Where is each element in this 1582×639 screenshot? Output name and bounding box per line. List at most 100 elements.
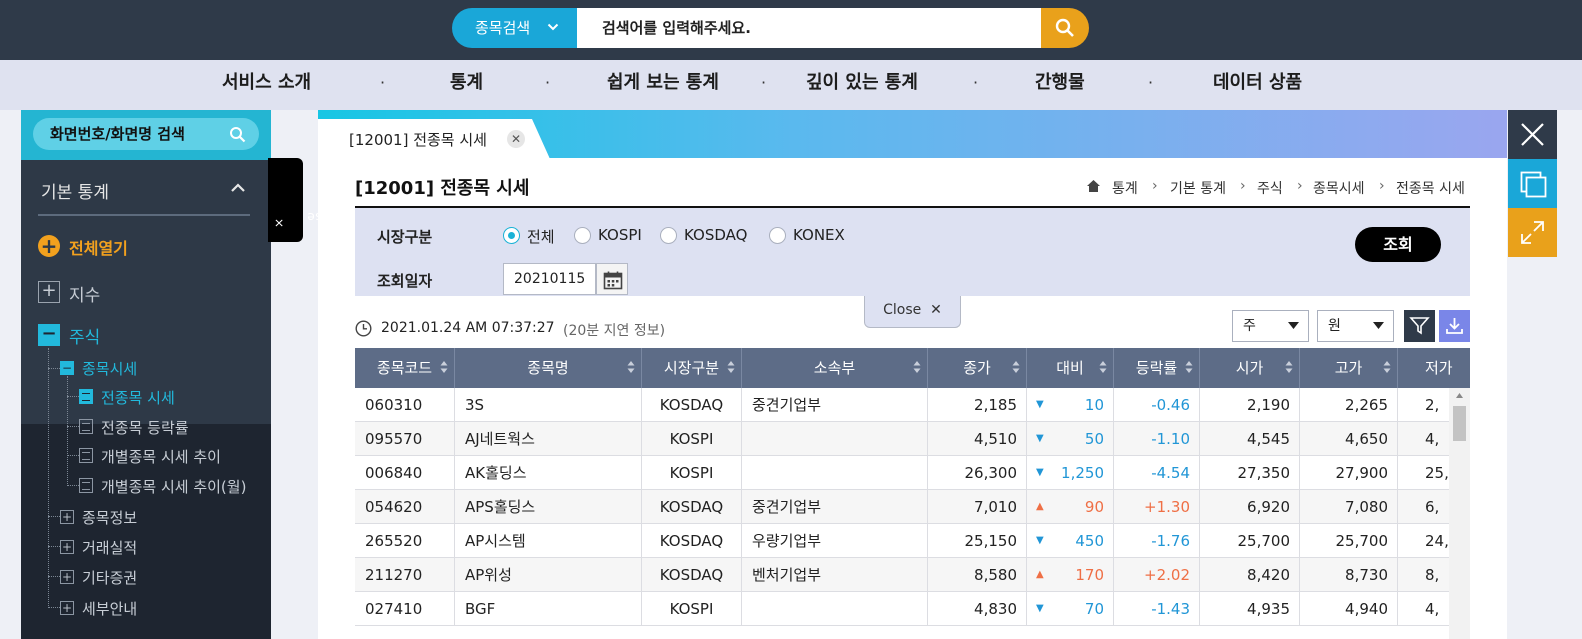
collapse-icon: − bbox=[60, 361, 74, 375]
table-row[interactable]: 006840 AK홀딩스 KOSPI 26,300 ▼ 1,250 -4.54 27,350 2… bbox=[355, 456, 1449, 490]
screen-search-button[interactable]: 화면번호/화면명 검색 bbox=[33, 118, 259, 150]
sidebar-close-label: Close × bbox=[272, 210, 342, 228]
breadcrumb-item[interactable]: 기본 통계 bbox=[1170, 178, 1226, 198]
search-input[interactable] bbox=[577, 8, 1041, 48]
expand-button[interactable] bbox=[1508, 208, 1557, 257]
cell-code: 095570 bbox=[355, 422, 455, 456]
tree-line bbox=[48, 516, 60, 517]
divider bbox=[38, 214, 250, 216]
copy-window-icon bbox=[1520, 171, 1547, 198]
breadcrumb-item[interactable]: 통계 bbox=[1112, 178, 1138, 198]
new-window-button[interactable] bbox=[1508, 159, 1557, 208]
sidebar: 화면번호/화면명 검색 기본 통계 + 전체열기 + 지수 − 주식 − 종목시… bbox=[21, 110, 271, 639]
currency-unit-value: 원 bbox=[1328, 318, 1341, 334]
sort-icon bbox=[627, 361, 635, 373]
arrow-up-icon: ▲ bbox=[1036, 501, 1044, 512]
share-unit-select[interactable]: 주 bbox=[1232, 310, 1309, 342]
column-header-dept[interactable]: 소속부 bbox=[742, 348, 928, 388]
search-category-dropdown[interactable]: 종목검색 bbox=[452, 8, 577, 48]
nav-item-easy-statistics[interactable]: 쉽게 보는 통계 bbox=[607, 60, 719, 110]
nav-separator: · bbox=[1148, 73, 1154, 92]
table-row[interactable]: 211270 AP위성 KOSDAQ 벤처기업부 8,580 ▲ 170 +2.02 8,420… bbox=[355, 558, 1449, 592]
chevron-up-icon[interactable] bbox=[230, 182, 246, 194]
column-header-high[interactable]: 고가 bbox=[1300, 348, 1398, 388]
document-icon bbox=[79, 419, 93, 434]
search-button[interactable] bbox=[1041, 8, 1089, 48]
search-icon bbox=[1055, 18, 1074, 37]
sort-icon bbox=[727, 361, 735, 373]
header-label: 시장구분 bbox=[663, 359, 720, 377]
cell-dept bbox=[742, 592, 928, 626]
table-row[interactable]: 095570 AJ네트웍스 KOSPI 4,510 ▼ 50 -1.10 4,545 4,650… bbox=[355, 422, 1449, 456]
column-header-name[interactable]: 종목명 bbox=[455, 348, 642, 388]
column-header-market[interactable]: 시장구분 bbox=[642, 348, 742, 388]
cell-name: BGF bbox=[455, 592, 642, 626]
radio-unchecked-icon bbox=[660, 227, 677, 244]
cell-name: AP위성 bbox=[455, 558, 642, 592]
breadcrumb-item[interactable]: 종목시세 bbox=[1313, 178, 1365, 198]
column-header-close[interactable]: 종가 bbox=[928, 348, 1027, 388]
chevron-down-icon bbox=[547, 23, 559, 31]
sidebar-item-label: 지수 bbox=[69, 286, 101, 306]
nav-item-statistics[interactable]: 통계 bbox=[450, 60, 483, 110]
column-header-low[interactable]: 저가 bbox=[1398, 348, 1470, 388]
cell-open: 6,920 bbox=[1200, 490, 1300, 524]
scroll-up-icon[interactable] bbox=[1456, 393, 1463, 398]
close-icon: ✕ bbox=[925, 302, 942, 318]
scrollbar-thumb[interactable] bbox=[1453, 406, 1466, 441]
chevron-right-icon: › bbox=[1297, 178, 1303, 194]
close-icon[interactable]: ✕ bbox=[507, 130, 525, 148]
column-header-change[interactable]: 대비 bbox=[1027, 348, 1114, 388]
home-icon[interactable] bbox=[1086, 179, 1101, 193]
cell-open: 2,190 bbox=[1200, 388, 1300, 422]
filter-close-button[interactable]: Close ✕ bbox=[864, 296, 961, 328]
filter-button[interactable] bbox=[1404, 310, 1435, 342]
cell-close: 26,300 bbox=[928, 456, 1027, 490]
table-row[interactable]: 054620 APS홀딩스 KOSDAQ 중견기업부 7,010 ▲ 90 +1.30 6,92… bbox=[355, 490, 1449, 524]
breadcrumb-item[interactable]: 주식 bbox=[1257, 178, 1283, 198]
rate-value: -1.10 bbox=[1151, 430, 1190, 448]
cell-name: AK홀딩스 bbox=[455, 456, 642, 490]
download-button[interactable] bbox=[1439, 310, 1470, 342]
column-header-open[interactable]: 시가 bbox=[1200, 348, 1300, 388]
sidebar-section-title[interactable]: 기본 통계 bbox=[41, 178, 109, 203]
breadcrumb-item[interactable]: 전종목 시세 bbox=[1396, 178, 1465, 198]
cell-name: AP시스템 bbox=[455, 524, 642, 558]
table-row[interactable]: 060310 3S KOSDAQ 중견기업부 2,185 ▼ 10 -0.46 2,190 2,2… bbox=[355, 388, 1449, 422]
close-panel-button[interactable] bbox=[1508, 110, 1557, 159]
currency-unit-select[interactable]: 원 bbox=[1317, 310, 1394, 342]
nav-item-service[interactable]: 서비스 소개 bbox=[222, 60, 311, 110]
query-button[interactable]: 조회 bbox=[1355, 227, 1441, 262]
cell-low: 2, bbox=[1425, 396, 1440, 414]
main-content: [12001] 전종목 시세 ✕ [12001] 전종목 시세 통계 › 기본 … bbox=[318, 110, 1507, 639]
calendar-button[interactable] bbox=[596, 263, 628, 295]
header-label: 종목코드 bbox=[376, 359, 433, 377]
cell-change: ▼ 70 bbox=[1027, 592, 1114, 626]
rate-value: -4.54 bbox=[1151, 464, 1190, 482]
column-header-rate[interactable]: 등락률 bbox=[1114, 348, 1200, 388]
nav-item-data-products[interactable]: 데이터 상품 bbox=[1213, 60, 1302, 110]
header-label: 종목명 bbox=[527, 359, 569, 377]
arrow-down-icon: ▼ bbox=[1036, 433, 1044, 444]
top-bar: 종목검색 bbox=[0, 0, 1582, 60]
sort-icon bbox=[913, 361, 921, 373]
table-scrollbar[interactable] bbox=[1449, 388, 1470, 639]
tab-all-stock-price[interactable]: [12001] 전종목 시세 ✕ bbox=[318, 119, 550, 159]
arrow-up-icon: ▲ bbox=[1036, 569, 1044, 580]
nav-item-deep-statistics[interactable]: 깊이 있는 통계 bbox=[806, 60, 918, 110]
document-icon bbox=[79, 478, 93, 493]
expand-icon: + bbox=[60, 510, 74, 524]
sidebar-close-tab[interactable]: Close × bbox=[268, 158, 342, 242]
cell-market: KOSDAQ bbox=[642, 388, 742, 422]
sort-icon bbox=[1383, 361, 1391, 373]
column-header-code[interactable]: 종목코드 bbox=[355, 348, 455, 388]
nav-item-publications[interactable]: 간행물 bbox=[1035, 60, 1085, 110]
table-row[interactable]: 265520 AP시스템 KOSDAQ 우량기업부 25,150 ▼ 450 -1.76 25,… bbox=[355, 524, 1449, 558]
table-row[interactable]: 027410 BGF KOSPI 4,830 ▼ 70 -1.43 4,935 4,940 4, bbox=[355, 592, 1449, 626]
calendar-icon bbox=[603, 271, 623, 290]
download-icon bbox=[1446, 318, 1463, 334]
nav-separator: · bbox=[380, 73, 386, 92]
arrow-down-icon: ▼ bbox=[1036, 603, 1044, 614]
date-input[interactable] bbox=[503, 263, 596, 295]
cell-rate: -1.43 bbox=[1114, 592, 1200, 626]
